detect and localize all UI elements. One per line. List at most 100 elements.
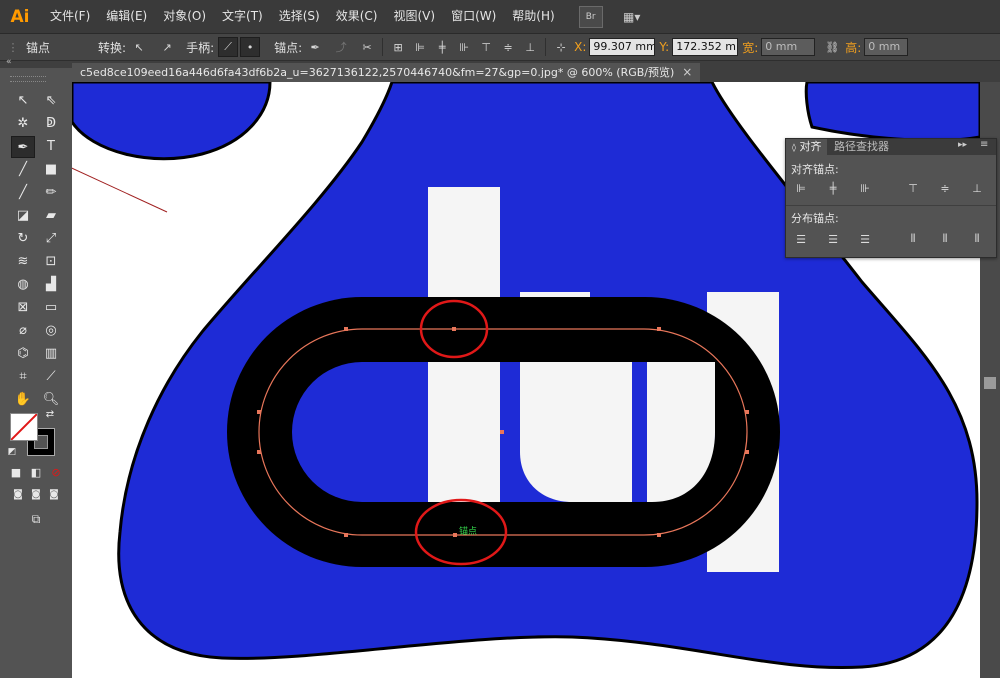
menu-object[interactable]: 对象(O) <box>155 0 214 33</box>
symbol-sprayer-tool-icon[interactable]: ⌬ <box>12 343 34 363</box>
menu-file[interactable]: 文件(F) <box>42 0 98 33</box>
app-logo: Ai <box>10 6 30 27</box>
rectangle-tool-icon[interactable]: ■ <box>40 159 62 179</box>
eyedropper-tool-icon[interactable]: ⌀ <box>12 320 34 340</box>
direct-selection-tool-icon[interactable]: ⇖ <box>40 90 62 110</box>
column-graph-tool-icon[interactable]: ▥ <box>40 343 62 363</box>
distribute-left-icon[interactable]: ⦀ <box>904 230 922 248</box>
magic-wand-tool-icon[interactable]: ✲ <box>12 113 34 133</box>
height-field[interactable]: 0 mm <box>864 38 909 56</box>
y-field[interactable]: 172.352 m <box>672 38 739 56</box>
hide-handles-icon[interactable]: • <box>240 37 261 57</box>
align-panel: ◊ 对齐 路径查找器 ▸▸ ≡ 对齐锚点: ⊫ ╪ ⊪ ⊤ ≑ ⊥ 分布锚点: … <box>785 138 997 258</box>
draw-normal-icon[interactable]: ◙ <box>10 486 26 502</box>
type-tool-icon[interactable]: T <box>40 136 62 156</box>
artboard-tool-icon[interactable]: ⌗ <box>12 366 34 386</box>
align-left-icon[interactable]: ⊫ <box>792 179 810 197</box>
panel-menu-icon[interactable]: ≡ <box>980 139 988 150</box>
hand-tool-icon[interactable]: ✋ <box>12 389 34 409</box>
menu-effect[interactable]: 效果(C) <box>328 0 386 33</box>
remove-anchor-icon[interactable]: ✒ <box>306 38 324 56</box>
reference-point-icon[interactable]: ⊹ <box>552 38 570 56</box>
none-mode-icon[interactable]: ⊘ <box>48 464 64 480</box>
tab-align[interactable]: ◊ 对齐 <box>786 139 828 155</box>
free-transform-tool-icon[interactable]: ⊡ <box>40 251 62 271</box>
menu-window[interactable]: 窗口(W) <box>443 0 504 33</box>
x-field[interactable]: 99.307 mm <box>589 38 656 56</box>
blend-tool-icon[interactable]: ◎ <box>40 320 62 340</box>
cut-path-icon[interactable]: ✂ <box>358 38 376 56</box>
convert-corner-icon[interactable]: ↖ <box>130 38 148 56</box>
align-right-icon[interactable]: ⊪ <box>455 38 473 56</box>
align-bottom-icon[interactable]: ⊥ <box>521 38 539 56</box>
link-icon[interactable]: ⛓ <box>823 38 841 56</box>
distribute-top-icon[interactable]: ☰ <box>792 230 810 248</box>
blue-blob-top-right <box>804 82 980 142</box>
scrollbar-thumb[interactable] <box>984 377 996 389</box>
rotate-tool-icon[interactable]: ↻ <box>12 228 34 248</box>
warp-tool-icon[interactable]: ≋ <box>12 251 34 271</box>
align-hcenter-icon[interactable]: ╪ <box>824 179 842 197</box>
transform-icon[interactable]: ⊞ <box>389 38 407 56</box>
slice-tool-icon[interactable]: ⟋ <box>40 366 62 386</box>
blob-brush-tool-icon[interactable]: ◪ <box>12 205 34 225</box>
align-right-icon[interactable]: ⊪ <box>856 179 874 197</box>
distribute-bottom-icon[interactable]: ☰ <box>856 230 874 248</box>
menu-view[interactable]: 视图(V) <box>385 0 443 33</box>
eraser-tool-icon[interactable]: ▰ <box>40 205 62 225</box>
draw-behind-icon[interactable]: ◙ <box>28 486 44 502</box>
align-vcenter-icon[interactable]: ≑ <box>499 38 517 56</box>
distribute-hcenter-icon[interactable]: ⦀ <box>936 230 954 248</box>
draw-inside-icon[interactable]: ◙ <box>46 486 62 502</box>
menu-help[interactable]: 帮助(H) <box>504 0 562 33</box>
swap-fill-stroke-icon[interactable]: ⇄ <box>44 408 56 420</box>
color-mode-icon[interactable]: ■ <box>8 464 24 480</box>
align-top-icon[interactable]: ⊤ <box>904 179 922 197</box>
show-handles-icon[interactable]: ⟋ <box>218 37 239 57</box>
default-colors-icon[interactable]: ◩ <box>6 446 18 458</box>
zoom-tool-icon[interactable]: 🔍︎ <box>40 389 62 409</box>
lasso-tool-icon[interactable]: ↁ <box>40 113 62 133</box>
align-left-icon[interactable]: ⊫ <box>411 38 429 56</box>
shape-builder-tool-icon[interactable]: ◍ <box>12 274 34 294</box>
pencil-tool-icon[interactable]: ✏ <box>40 182 62 202</box>
connect-anchor-icon: ⤴ <box>335 41 347 54</box>
width-field[interactable]: 0 mm <box>761 38 816 56</box>
perspective-grid-tool-icon[interactable]: ▟ <box>40 274 62 294</box>
screen-mode-icon[interactable]: ⧉ <box>24 510 48 528</box>
handles-label: 手柄: <box>186 40 215 55</box>
pen-tool-icon[interactable]: ✒ <box>11 136 35 158</box>
y-label: Y: <box>659 40 670 54</box>
selection-tool-icon[interactable]: ↖ <box>12 90 34 110</box>
align-vcenter-icon[interactable]: ≑ <box>936 179 954 197</box>
document-tab[interactable]: c5ed8ce109eed16a446d6fa43df6b2a_u=362713… <box>72 63 701 82</box>
height-label: 高: <box>845 40 862 55</box>
align-hcenter-icon[interactable]: ╪ <box>433 38 451 56</box>
menu-type[interactable]: 文字(T) <box>214 0 271 33</box>
convert-label: 转换: <box>98 40 127 55</box>
align-bottom-icon[interactable]: ⊥ <box>968 179 986 197</box>
align-top-icon[interactable]: ⊤ <box>477 38 495 56</box>
bridge-button[interactable]: Br <box>578 5 603 28</box>
gradient-mode-icon[interactable]: ◧ <box>28 464 44 480</box>
menu-select[interactable]: 选择(S) <box>271 0 328 33</box>
arrange-documents-button[interactable]: ▦▾ <box>617 7 647 27</box>
tab-pathfinder[interactable]: 路径查找器 <box>828 139 895 155</box>
distribute-vcenter-icon[interactable]: ☰ <box>824 230 842 248</box>
gradient-tool-icon[interactable]: ▭ <box>40 297 62 317</box>
distribute-right-icon[interactable]: ⦀ <box>968 230 986 248</box>
menu-edit[interactable]: 编辑(E) <box>98 0 155 33</box>
tab-align-label: 对齐 <box>799 140 822 153</box>
panel-toggle-icon: ◊ <box>792 143 796 152</box>
scale-tool-icon[interactable]: ⤢ <box>40 228 62 248</box>
control-bar: ⋮ 锚点 转换: ↖ ↗ 手柄: ⟋ • 锚点: ✒ ⤴ ✂ ⊞ ⊫ ╪ ⊪ ⊤… <box>0 34 1000 61</box>
collapse-panel-icon[interactable]: ▸▸ <box>958 140 967 150</box>
fill-swatch[interactable] <box>10 413 38 441</box>
inner-letter-stem <box>428 362 500 502</box>
line-tool-icon[interactable]: ╱ <box>12 159 34 179</box>
mesh-tool-icon[interactable]: ⊠ <box>12 297 34 317</box>
panel-divider <box>786 205 996 206</box>
paintbrush-tool-icon[interactable]: ╱ <box>12 182 34 202</box>
convert-smooth-icon[interactable]: ↗ <box>158 38 176 56</box>
close-tab-icon[interactable]: × <box>682 63 692 82</box>
